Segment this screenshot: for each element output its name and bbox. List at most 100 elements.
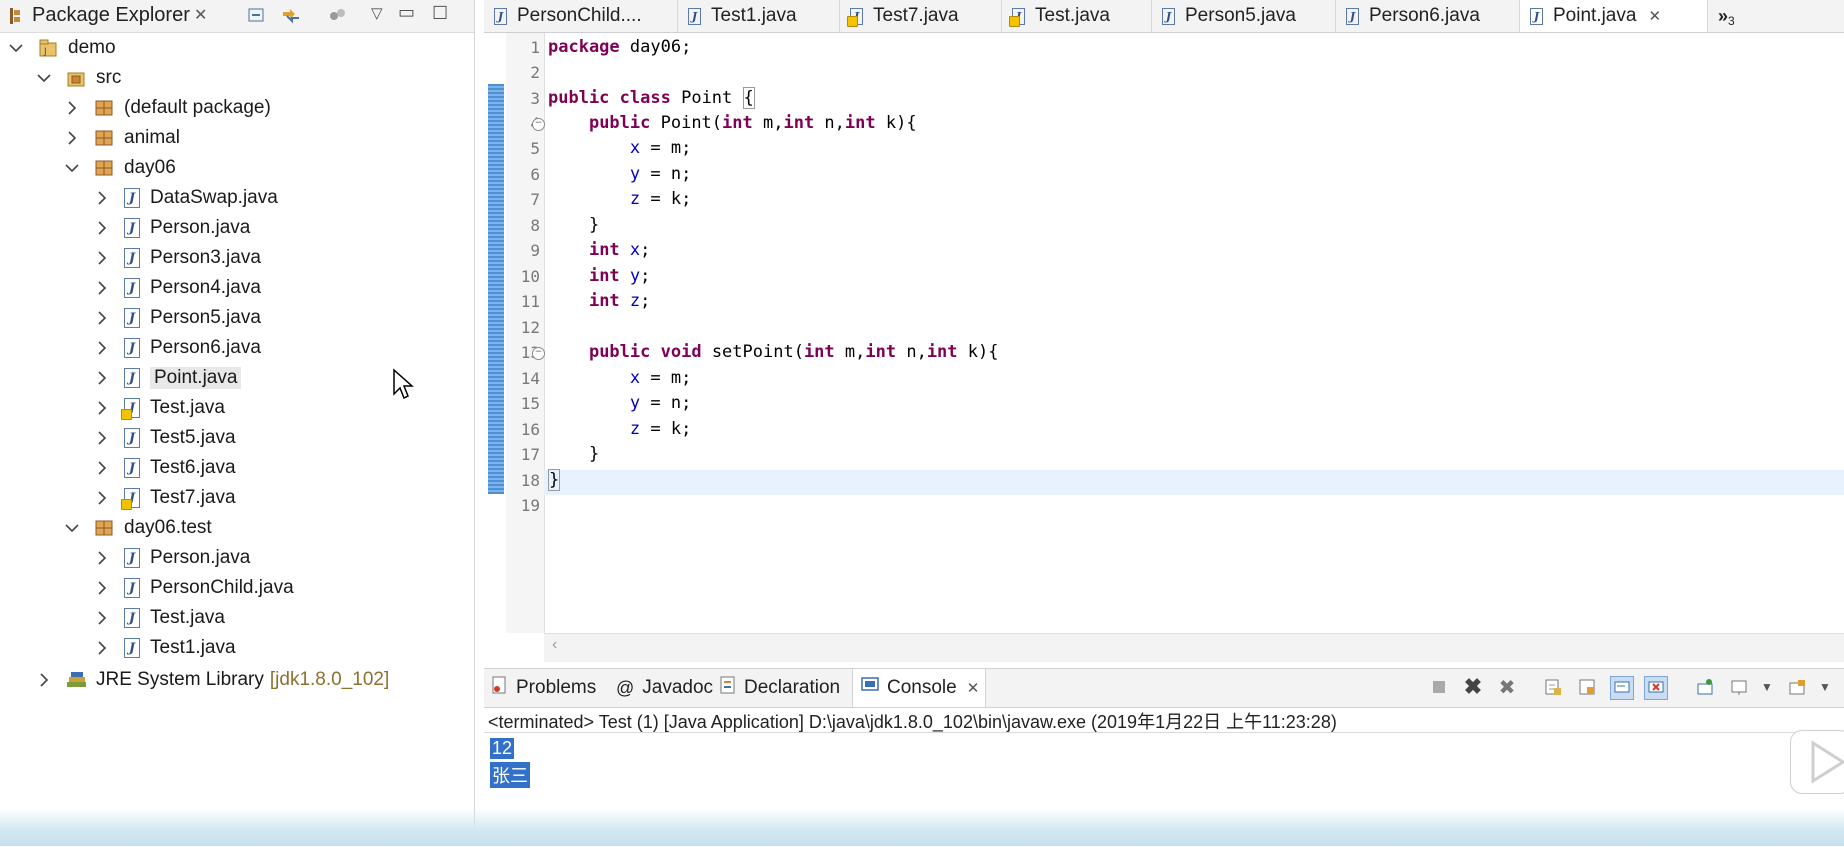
code-line[interactable]: public void setPoint(int m,int n,int k){	[548, 342, 999, 362]
tab-overflow-button[interactable]: » 3	[1708, 0, 1758, 32]
package-explorer-title[interactable]: Package Explorer	[32, 4, 190, 27]
code-line[interactable]: y = n;	[548, 164, 691, 184]
chevron-down-icon[interactable]	[8, 40, 24, 56]
tree-item-java-file[interactable]: J Person4.java	[94, 274, 261, 302]
chevron-right-icon[interactable]	[94, 490, 110, 506]
tree-item-java-file[interactable]: J Test.java	[94, 604, 225, 632]
editor-tab[interactable]: J Person6.java	[1336, 0, 1520, 32]
tree-item-java-file[interactable]: J Person6.java	[94, 334, 261, 362]
chevron-right-icon[interactable]	[94, 310, 110, 326]
tree-item-java-file[interactable]: J Person.java	[94, 544, 250, 572]
chevron-down-icon[interactable]: ▼	[1814, 676, 1836, 698]
tree-item-default-package[interactable]: (default package)	[64, 94, 271, 122]
code-line[interactable]: int x;	[548, 240, 650, 260]
chevron-right-icon[interactable]	[64, 100, 80, 116]
chevron-right-icon[interactable]	[94, 250, 110, 266]
tree-item-src[interactable]: src	[36, 64, 121, 92]
tree-item-java-file[interactable]: J DataSwap.java	[94, 184, 278, 212]
close-icon[interactable]: ✕	[1648, 7, 1661, 25]
tree-item-java-file[interactable]: J Test.java	[94, 394, 225, 422]
clear-console-icon[interactable]	[1542, 676, 1564, 698]
video-play-button[interactable]	[1790, 730, 1844, 794]
tree-item-demo[interactable]: J demo	[8, 34, 116, 62]
horizontal-scrollbar[interactable]: ‹	[544, 633, 1844, 662]
chevron-right-icon[interactable]	[94, 610, 110, 626]
chevron-down-icon[interactable]: ▼	[1756, 676, 1778, 698]
scroll-left-icon[interactable]: ‹	[552, 636, 557, 654]
chevron-right-icon[interactable]	[94, 550, 110, 566]
minimize-icon[interactable]: ▭	[398, 2, 415, 23]
code-line[interactable]: package day06;	[548, 37, 691, 57]
tree-item-java-file[interactable]: J Test6.java	[94, 454, 236, 482]
tree-item-java-file[interactable]: J PersonChild.java	[94, 574, 294, 602]
chevron-right-icon[interactable]	[94, 190, 110, 206]
terminate-icon[interactable]	[1428, 676, 1450, 698]
editor-tab[interactable]: J Test.java	[1002, 0, 1152, 32]
show-console-on-stderr-icon[interactable]	[1644, 676, 1668, 700]
chevron-right-icon[interactable]	[94, 220, 110, 236]
tab-problems[interactable]: Problems	[484, 669, 608, 707]
console-output-line[interactable]: 张三	[490, 762, 530, 788]
close-icon[interactable]: ✕	[967, 679, 980, 697]
tree-item-java-file[interactable]: J Test7.java	[94, 484, 236, 512]
code-line[interactable]: x = m;	[548, 138, 691, 158]
tree-item-java-file-selected[interactable]: J Point.java	[94, 364, 242, 392]
focus-icon[interactable]	[326, 4, 348, 26]
chevron-right-icon[interactable]	[64, 130, 80, 146]
tree-item-java-file[interactable]: J Test1.java	[94, 634, 236, 662]
chevron-right-icon[interactable]	[94, 460, 110, 476]
code-line[interactable]: }	[548, 215, 599, 235]
tree-item-java-file[interactable]: J Person5.java	[94, 304, 261, 332]
view-menu-icon[interactable]: ▽	[371, 4, 383, 22]
editor-tab[interactable]: J PersonChild....	[484, 0, 678, 32]
code-line[interactable]: int y;	[548, 266, 650, 286]
tab-declaration[interactable]: Declaration	[712, 669, 852, 707]
chevron-down-icon[interactable]	[64, 520, 80, 536]
code-line[interactable]: z = k;	[548, 419, 691, 439]
fold-collapse-icon[interactable]: −	[532, 347, 545, 360]
chevron-right-icon[interactable]	[94, 280, 110, 296]
code-line[interactable]: z = k;	[548, 189, 691, 209]
editor-tab-active[interactable]: J Point.java ✕	[1520, 0, 1708, 32]
chevron-down-icon[interactable]	[64, 160, 80, 176]
tab-javadoc[interactable]: @ Javadoc	[608, 669, 713, 707]
chevron-right-icon[interactable]	[94, 370, 110, 386]
link-with-editor-icon[interactable]	[280, 4, 302, 26]
remove-launch-icon[interactable]: ✖	[1462, 674, 1484, 699]
code-line[interactable]: public class Point {	[548, 87, 755, 109]
remove-all-terminated-icon[interactable]: ✖	[1496, 676, 1518, 699]
maximize-icon[interactable]: ☐	[432, 3, 448, 24]
chevron-right-icon[interactable]	[94, 400, 110, 416]
console-output-line[interactable]: 12	[490, 738, 515, 759]
chevron-right-icon[interactable]	[36, 672, 52, 688]
chevron-down-icon[interactable]	[36, 70, 52, 86]
code-line[interactable]: }	[548, 469, 561, 491]
show-console-on-stdout-icon[interactable]	[1610, 676, 1634, 700]
code-line[interactable]: x = m;	[548, 368, 691, 388]
code-line[interactable]: int z;	[548, 291, 650, 311]
pin-console-icon[interactable]	[1694, 676, 1716, 698]
editor-tab[interactable]: J Person5.java	[1152, 0, 1336, 32]
editor-tab[interactable]: J Test1.java	[678, 0, 840, 32]
code-line[interactable]: public Point(int m,int n,int k){	[548, 113, 917, 133]
fold-collapse-icon[interactable]: −	[532, 118, 545, 131]
tree-item-animal[interactable]: animal	[64, 124, 180, 152]
tree-item-jre-library[interactable]: JRE System Library [jdk1.8.0_102]	[36, 666, 389, 694]
editor-tab[interactable]: J Test7.java	[840, 0, 1002, 32]
tree-item-java-file[interactable]: J Person.java	[94, 214, 250, 242]
scroll-lock-icon[interactable]	[1576, 676, 1598, 698]
chevron-right-icon[interactable]	[94, 340, 110, 356]
code-line[interactable]: y = n;	[548, 393, 691, 413]
tab-console[interactable]: Console ✕	[852, 669, 986, 707]
tree-item-java-file[interactable]: J Person3.java	[94, 244, 261, 272]
collapse-all-icon[interactable]	[246, 4, 268, 26]
chevron-right-icon[interactable]	[94, 430, 110, 446]
close-icon[interactable]: ✕	[194, 5, 207, 25]
code-line[interactable]: }	[548, 444, 599, 464]
tree-item-java-file[interactable]: J Test5.java	[94, 424, 236, 452]
tree-item-day06-test[interactable]: day06.test	[64, 514, 212, 542]
open-console-icon[interactable]	[1786, 676, 1808, 698]
display-selected-console-icon[interactable]	[1728, 676, 1750, 698]
tree-item-day06[interactable]: day06	[64, 154, 176, 182]
chevron-right-icon[interactable]	[94, 580, 110, 596]
